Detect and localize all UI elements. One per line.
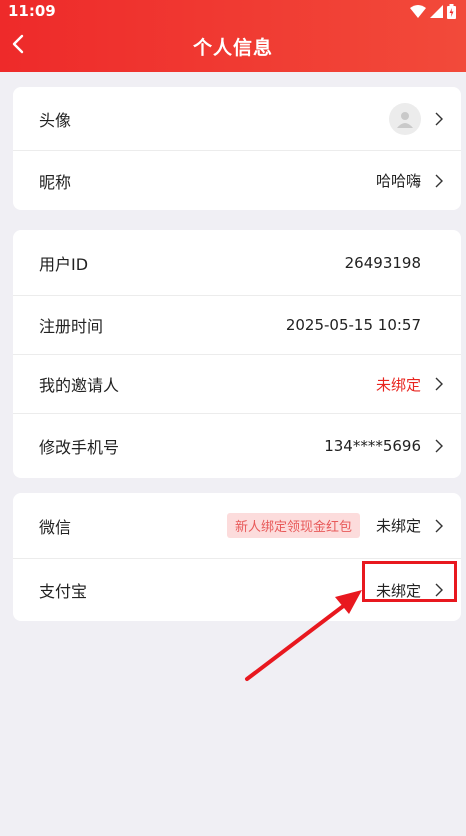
user-id-label: 用户ID bbox=[39, 254, 89, 274]
chevron-right-icon bbox=[431, 519, 447, 533]
avatar[interactable] bbox=[389, 102, 421, 135]
register-time-row: 注册时间 2025-05-15 10:57 bbox=[13, 296, 461, 355]
header: 11:09 个人信息 bbox=[0, 0, 466, 72]
avatar-placeholder-icon bbox=[397, 111, 413, 128]
signal-icon bbox=[430, 4, 443, 18]
avatar-label: 头像 bbox=[39, 110, 72, 130]
status-bar: 11:09 bbox=[0, 0, 466, 22]
battery-icon bbox=[447, 3, 456, 19]
register-time-label: 注册时间 bbox=[39, 317, 104, 336]
inviter-row[interactable]: 我的邀请人 未绑定 bbox=[13, 355, 461, 414]
chevron-right-icon bbox=[431, 112, 447, 126]
user-id-row: 用户ID 26493198 bbox=[13, 230, 461, 296]
chevron-right-icon bbox=[431, 377, 447, 391]
alipay-status: 未绑定 bbox=[375, 581, 421, 600]
promo-badge: 新人绑定领现金红包 bbox=[226, 513, 360, 538]
page-title: 个人信息 bbox=[192, 37, 273, 59]
status-icons bbox=[410, 3, 456, 19]
account-card: 用户ID 26493198 注册时间 2025-05-15 10:57 我的邀请… bbox=[13, 230, 461, 478]
status-time: 11:09 bbox=[8, 2, 56, 20]
binding-card: 微信 新人绑定领现金红包 未绑定 支付宝 未绑定 bbox=[13, 493, 461, 621]
nickname-row[interactable]: 昵称 哈哈嗨 bbox=[13, 151, 461, 210]
chevron-right-icon bbox=[431, 174, 447, 188]
register-time-value: 2025-05-15 10:57 bbox=[285, 316, 421, 334]
alipay-label: 支付宝 bbox=[39, 582, 88, 601]
user-id-value: 26493198 bbox=[344, 253, 421, 272]
inviter-label: 我的邀请人 bbox=[39, 376, 120, 395]
change-phone-label: 修改手机号 bbox=[39, 438, 120, 457]
avatar-row[interactable]: 头像 bbox=[13, 87, 461, 151]
wifi-icon bbox=[410, 4, 426, 18]
wechat-row[interactable]: 微信 新人绑定领现金红包 未绑定 bbox=[13, 493, 461, 559]
nickname-label: 昵称 bbox=[39, 172, 72, 192]
profile-card: 头像 昵称 哈哈嗨 bbox=[13, 87, 461, 210]
nickname-value: 哈哈嗨 bbox=[375, 172, 421, 190]
wechat-status: 未绑定 bbox=[375, 517, 421, 535]
change-phone-row[interactable]: 修改手机号 134****5696 bbox=[13, 414, 461, 478]
phone-value: 134****5696 bbox=[324, 437, 421, 455]
inviter-value: 未绑定 bbox=[375, 375, 421, 394]
nav-bar: 个人信息 bbox=[0, 22, 466, 70]
alipay-row[interactable]: 支付宝 未绑定 bbox=[13, 559, 461, 621]
chevron-right-icon bbox=[431, 583, 447, 597]
wechat-label: 微信 bbox=[39, 517, 72, 537]
chevron-right-icon bbox=[431, 439, 447, 453]
